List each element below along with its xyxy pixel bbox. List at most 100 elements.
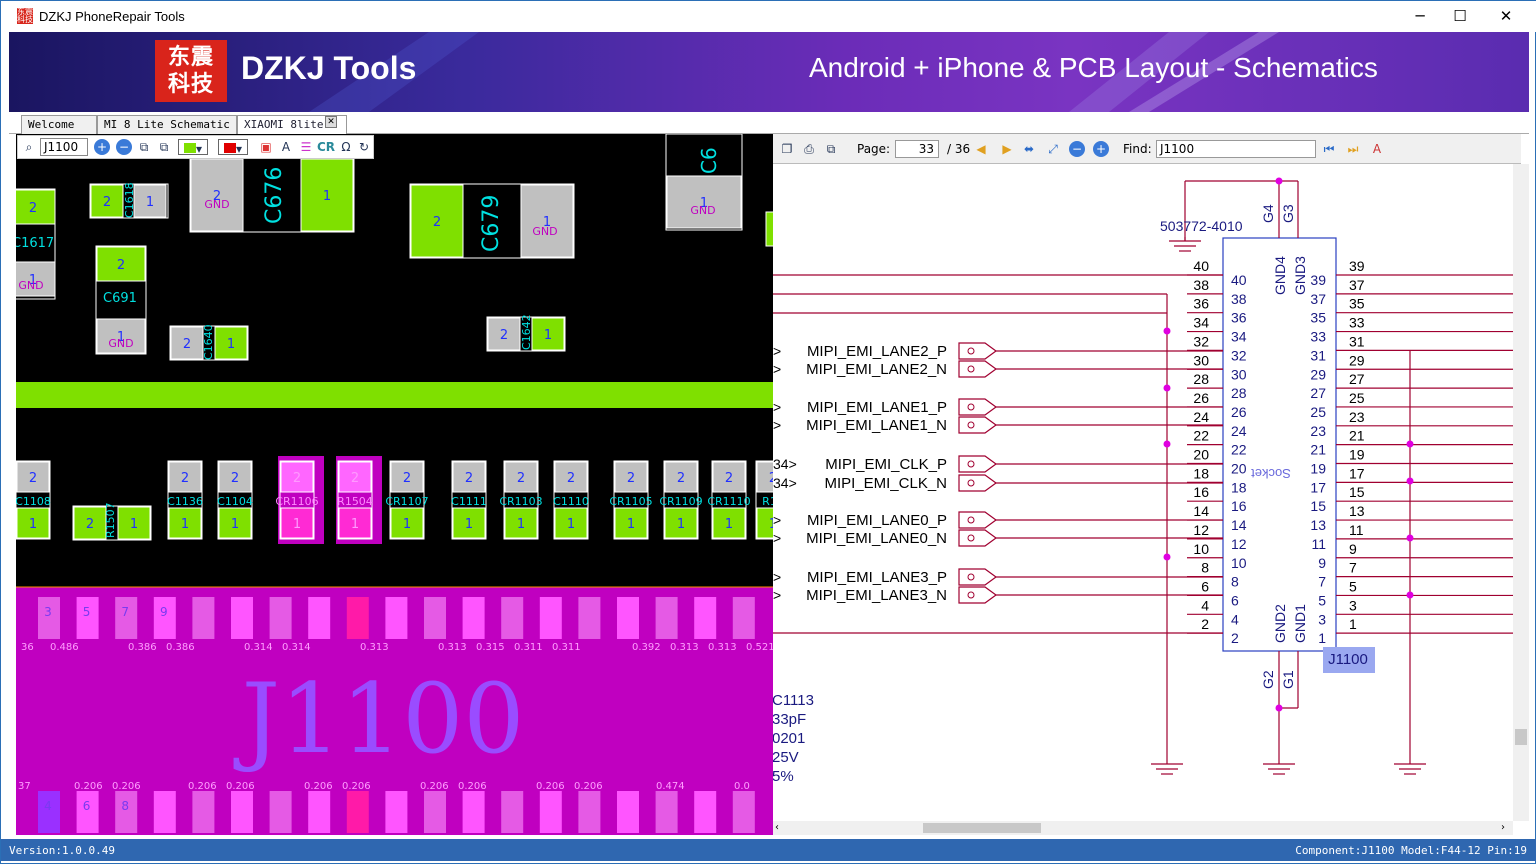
connector-pad (308, 597, 331, 639)
net-name: MIPI_EMI_CLK_P (825, 456, 947, 473)
zoom-in-icon[interactable]: + (1093, 141, 1109, 157)
find-next-icon[interactable]: ⏭ (1345, 141, 1361, 157)
component-ref: C1111 (451, 495, 487, 508)
vertical-scrollbar[interactable] (1513, 164, 1529, 821)
pad-label: 2 (725, 471, 733, 486)
print-icon[interactable]: ⎙ (801, 141, 817, 157)
junction-dot (1163, 327, 1171, 335)
ohm-icon[interactable]: Ω (338, 139, 354, 155)
zoom-in-icon[interactable]: + (94, 139, 110, 155)
pin-number-inside: 6 (1231, 592, 1239, 608)
pin-number-inside: 2 (1231, 630, 1239, 646)
maximize-button[interactable]: ☐ (1437, 1, 1483, 32)
fit-all-icon[interactable]: ⤢ (1045, 141, 1061, 157)
prev-page-icon[interactable]: ◀ (973, 141, 989, 157)
pin-number-inside: 28 (1231, 385, 1247, 401)
pcb-find-input[interactable]: J1100 (40, 138, 88, 156)
highlight-icon[interactable]: A (1369, 141, 1385, 157)
pin-number: 8 (121, 799, 129, 813)
scroll-thumb[interactable] (923, 823, 1041, 833)
junction-dot (1163, 440, 1171, 448)
tab-welcome[interactable]: Welcome (21, 115, 97, 134)
green-swatch[interactable]: ▾ (178, 139, 208, 156)
fit-page-icon[interactable]: ⧉ (156, 139, 172, 155)
pcb-canvas[interactable]: 2C16171GND2 1C1618 2GND1C676 2 1GNDC679 1GNDC… (16, 134, 773, 835)
pin-number-right: 27 (1349, 371, 1365, 387)
gnd-label: GND4 (1272, 256, 1288, 295)
zoom-out-icon[interactable]: − (1069, 141, 1085, 157)
scroll-right-icon[interactable]: › (1501, 822, 1505, 833)
pad-label: 2 (29, 471, 37, 486)
component-ref: C1640 (202, 324, 215, 360)
close-button[interactable]: ✕ (1483, 1, 1529, 32)
connector-pad (539, 791, 562, 833)
next-page-icon[interactable]: ▶ (999, 141, 1015, 157)
banner-logo: 东震 科技 (155, 40, 227, 102)
cr-icon[interactable]: CR (316, 139, 336, 155)
tab-mi8-schematic[interactable]: MI 8 Lite Schematic (97, 115, 237, 134)
pin-value: 0.206 (226, 781, 255, 792)
net-prefix: > (773, 361, 781, 377)
junction-dot (1406, 477, 1414, 485)
red-swatch[interactable]: ▾ (218, 139, 248, 156)
text-icon[interactable]: A (278, 139, 294, 155)
scroll-left-icon[interactable]: ‹ (775, 822, 779, 833)
off-page-connector (958, 511, 998, 529)
connector-pad (385, 597, 408, 639)
pin-number-inside: 1 (1318, 630, 1326, 646)
pad-label: 1 (29, 517, 37, 532)
pin-number-inside: 3 (1318, 611, 1326, 627)
export-icon[interactable]: ⧉ (823, 141, 839, 157)
pin-number-inside: 10 (1231, 555, 1247, 571)
component-ref: C691 (103, 291, 137, 306)
zoom-out-icon[interactable]: − (116, 139, 132, 155)
net-prefix: > (773, 587, 781, 603)
pin-number-inside: 25 (1310, 404, 1326, 420)
pad-label: 1 (351, 517, 359, 532)
version-text: Version:1.0.0.49 (9, 844, 115, 857)
pad-label: 2 (86, 517, 94, 532)
pcb-view[interactable]: 2 C1617 1 GND 2 1 C1618 2 GND 1 C676 2 1 GND C679 1 GND C… (16, 134, 773, 835)
schematic-find-input[interactable]: J1100 (1156, 140, 1316, 158)
pad-label: 2 (117, 258, 125, 273)
net-name: MIPI_EMI_CLK_N (824, 475, 947, 492)
fit-width-icon[interactable]: ⬌ (1021, 141, 1037, 157)
reset-icon[interactable]: ↻ (356, 139, 372, 155)
pin-number-right: 31 (1349, 333, 1365, 349)
pcb-trace (16, 382, 773, 408)
pad-label: 1 (323, 189, 331, 204)
g-label: G2 (1260, 670, 1276, 689)
pin-number-inside: 5 (1318, 592, 1326, 608)
layer-icon[interactable]: ▣ (258, 139, 274, 155)
pad-label: 2 (181, 471, 189, 486)
horizontal-scrollbar[interactable]: ‹ › (773, 821, 1513, 835)
pad-label: 2 (500, 328, 508, 343)
pin-number-inside: 7 (1318, 574, 1326, 590)
pin-number-right: 29 (1349, 352, 1365, 368)
fit-icon[interactable]: ⧉ (136, 139, 152, 155)
pin-number-inside: 40 (1231, 272, 1247, 288)
pad-label: 1 (725, 517, 733, 532)
connector-pad (269, 791, 292, 833)
page-input[interactable]: 33 (895, 140, 939, 158)
component-ref: CR1110 (707, 495, 750, 508)
schematic-canvas[interactable]: G4 G3GND4 GND3503772-401040403838363634343… (773, 164, 1521, 821)
schematic-view[interactable]: G4 G3 GND4 GND3 503772-4010 40 40 38 38 36 36 34 34 3… (773, 164, 1521, 821)
net-prefix: 34> (773, 456, 797, 472)
net-label: GND (18, 279, 43, 292)
copy-icon[interactable]: ❐ (779, 141, 795, 157)
cap-attr: C1113 (773, 692, 814, 709)
search-icon[interactable]: ⌕ (21, 139, 37, 155)
pin-value: 0.206 (536, 781, 565, 792)
pin-value: 37 (18, 781, 31, 792)
pad-label: 2 (231, 471, 239, 486)
status-bar: Version:1.0.0.49 Component:J1100 Model:F… (1, 839, 1536, 861)
tab-close-icon[interactable]: ✕ (325, 116, 337, 128)
pad-label: 1 (403, 517, 411, 532)
list-icon[interactable]: ☰ (298, 139, 314, 155)
pin-number-inside: 22 (1231, 442, 1247, 458)
find-prev-icon[interactable]: ⏮ (1321, 141, 1337, 157)
pin-value: 0.521 (746, 642, 773, 653)
pin-number-right: 7 (1349, 560, 1357, 576)
off-page-connector (958, 342, 998, 360)
